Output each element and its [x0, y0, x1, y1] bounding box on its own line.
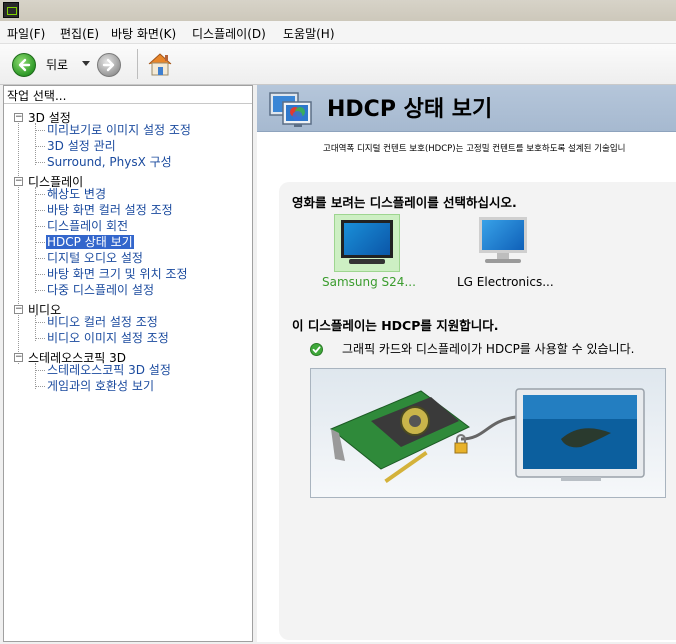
- content-pane: HDCP 상태 보기 고대역폭 디지털 컨텐트 보호(HDCP)는 고정밀 컨텐…: [257, 85, 676, 642]
- display-option-samsung[interactable]: [334, 214, 400, 272]
- back-history-dropdown-icon[interactable]: [82, 61, 90, 66]
- menu-edit[interactable]: 편집(E): [60, 25, 99, 42]
- page-header: HDCP 상태 보기: [257, 85, 676, 132]
- collapse-toggle-icon[interactable]: −: [14, 113, 23, 122]
- toolbar: 뒤로: [0, 44, 676, 85]
- task-tree: − 3D 설정 미리보기로 이미지 설정 조정 3D 설정 관리 Surroun…: [4, 103, 252, 644]
- tree-item-desktop-color-settings[interactable]: 바탕 화면 컬러 설정 조정: [46, 203, 174, 217]
- page-title: HDCP 상태 보기: [327, 97, 493, 122]
- task-navigation-pane: 작업 선택... − 3D 설정 미리보기로 이미지 설정 조정 3D 설정 관…: [3, 85, 253, 642]
- display-settings-icon: [269, 90, 319, 130]
- tree-item-video-image-settings[interactable]: 비디오 이미지 설정 조정: [46, 331, 170, 345]
- collapse-toggle-icon[interactable]: −: [14, 177, 23, 186]
- tree-connector: [35, 226, 45, 227]
- nvidia-app-icon: [3, 2, 19, 18]
- tree-connector: [35, 146, 45, 147]
- collapse-toggle-icon[interactable]: −: [14, 305, 23, 314]
- back-arrow-icon[interactable]: [12, 53, 36, 77]
- tree-item-desktop-size-position[interactable]: 바탕 화면 크기 및 위치 조정: [46, 267, 189, 281]
- tree-connector: [35, 194, 45, 195]
- tree-connector: [35, 258, 45, 259]
- collapse-toggle-icon[interactable]: −: [14, 353, 23, 362]
- display-label-lg[interactable]: LG Electronics...: [457, 275, 554, 289]
- hdcp-support-detail: 그래픽 카드와 디스플레이가 HDCP를 사용할 수 있습니다.: [342, 342, 635, 356]
- menu-file[interactable]: 파일(F): [7, 25, 45, 42]
- hdcp-illustration: [310, 368, 666, 498]
- tree-connector: [35, 290, 45, 291]
- home-icon[interactable]: [147, 52, 173, 76]
- tree-connector: [35, 242, 45, 243]
- tree-connector: [35, 338, 45, 339]
- tree-item-multiple-displays[interactable]: 다중 디스플레이 설정: [46, 283, 155, 297]
- check-icon: [310, 343, 323, 356]
- monitor-icon: [479, 217, 531, 267]
- tree-item-manage-3d-settings[interactable]: 3D 설정 관리: [46, 139, 117, 153]
- tree-item-video-color-settings[interactable]: 비디오 컬러 설정 조정: [46, 315, 159, 329]
- display-label-samsung[interactable]: Samsung S24...: [322, 275, 416, 289]
- toolbar-separator: [137, 49, 138, 79]
- page-description: 고대역폭 디지털 컨텐트 보호(HDCP)는 고정밀 컨텐트를 보호하도록 설계…: [323, 144, 626, 154]
- back-button-label[interactable]: 뒤로: [46, 56, 68, 73]
- hdcp-support-heading: 이 디스플레이는 HDCP를 지원합니다.: [292, 318, 499, 333]
- menu-bar: 파일(F) 편집(E) 바탕 화면(K) 디스플레이(D) 도움말(H): [0, 21, 676, 44]
- tree-item-game-compatibility[interactable]: 게임과의 호환성 보기: [46, 379, 155, 393]
- tree-item-hdcp-status[interactable]: HDCP 상태 보기: [46, 235, 134, 249]
- select-display-prompt: 영화를 보려는 디스플레이를 선택하십시오.: [292, 195, 517, 210]
- tree-item-digital-audio[interactable]: 디지털 오디오 설정: [46, 251, 144, 265]
- tree-item-stereoscopic-settings[interactable]: 스테레오스코픽 3D 설정: [46, 363, 172, 377]
- tv-image: [515, 388, 645, 481]
- tree-connector: [35, 386, 45, 387]
- title-bar: [0, 0, 676, 21]
- tree-connector: [35, 162, 45, 163]
- tree-connector: [35, 274, 45, 275]
- tree-connector: [18, 119, 19, 364]
- menu-desktop[interactable]: 바탕 화면(K): [111, 25, 176, 42]
- cable: [460, 415, 517, 441]
- display-option-lg[interactable]: [479, 217, 531, 267]
- monitor-icon: [341, 220, 393, 266]
- tree-connector: [35, 322, 45, 323]
- menu-display[interactable]: 디스플레이(D): [192, 25, 266, 42]
- tree-item-preview-image-settings[interactable]: 미리보기로 이미지 설정 조정: [46, 123, 192, 137]
- tree-item-rotate-display[interactable]: 디스플레이 회전: [46, 219, 129, 233]
- tree-connector: [35, 370, 45, 371]
- tree-connector: [35, 187, 36, 293]
- task-select-header: 작업 선택...: [7, 89, 67, 103]
- tree-connector: [35, 130, 45, 131]
- graphics-card-image: [330, 390, 470, 483]
- tree-item-change-resolution[interactable]: 해상도 변경: [46, 187, 107, 201]
- menu-help[interactable]: 도움말(H): [283, 25, 335, 42]
- tree-item-surround-physx[interactable]: Surround, PhysX 구성: [46, 155, 173, 169]
- forward-arrow-icon[interactable]: [97, 53, 121, 77]
- tree-connector: [35, 210, 45, 211]
